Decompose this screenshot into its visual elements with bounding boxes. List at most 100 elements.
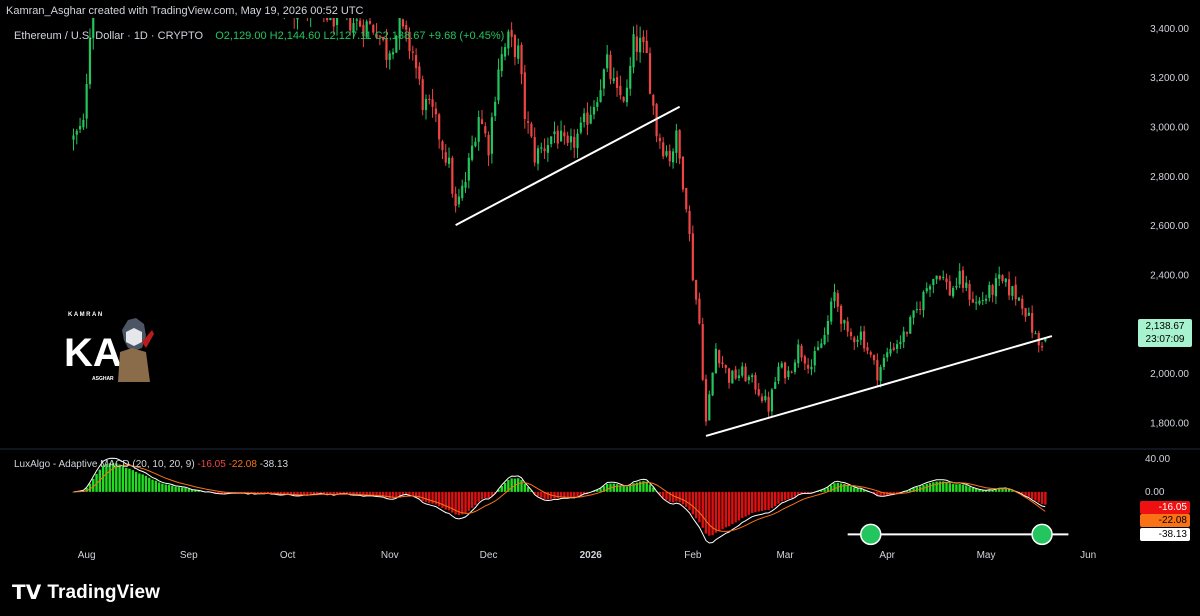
candle-body <box>1034 333 1037 335</box>
candle-body <box>925 288 928 292</box>
candle-body <box>619 85 622 96</box>
histogram-bar <box>671 491 675 503</box>
candle-body <box>441 141 444 151</box>
candle-body <box>1014 284 1017 300</box>
candle-body <box>843 320 846 324</box>
x-tick-label: 2026 <box>580 550 603 561</box>
candle-body <box>1001 275 1004 282</box>
candle-body <box>438 114 441 140</box>
candle-body <box>787 370 790 378</box>
y-tick-label: 2,000.00 <box>1150 369 1189 380</box>
candle-body <box>471 145 474 160</box>
histogram-bar <box>661 491 665 498</box>
candle-body <box>556 130 559 144</box>
histogram-bar <box>853 487 856 492</box>
histogram-bar <box>517 478 520 492</box>
x-tick-label: Nov <box>381 550 399 561</box>
candle-body <box>573 136 576 148</box>
tradingview-logo[interactable]: 𝗧𝗩 TradingView <box>12 580 160 605</box>
candle-body <box>612 78 615 82</box>
histogram-bar <box>1034 491 1037 501</box>
histogram-bar <box>566 491 569 498</box>
histogram-bar <box>286 491 289 494</box>
candle-body <box>727 368 731 383</box>
candle-body <box>428 99 431 101</box>
indicator-value-macd: -16.05 <box>197 459 226 470</box>
candle-body <box>915 309 918 311</box>
histogram-bar <box>563 491 566 498</box>
histogram-bar <box>180 487 184 492</box>
histogram-bar <box>167 484 171 492</box>
candle-body <box>1004 278 1007 283</box>
candle-body <box>273 0 275 3</box>
candle-body <box>82 119 85 128</box>
histogram-bar <box>184 487 187 492</box>
candle-body <box>457 196 461 205</box>
candle-body <box>793 362 797 372</box>
histogram-bar <box>428 491 431 503</box>
candle-body <box>523 72 526 120</box>
candle-body <box>704 379 708 422</box>
histogram-bar <box>576 491 579 497</box>
histogram-bar <box>767 491 770 510</box>
candle-body <box>550 136 553 145</box>
candle-body <box>872 354 876 361</box>
histogram-bar <box>157 482 161 492</box>
histogram-bar <box>161 483 164 492</box>
candle-body <box>1008 279 1011 296</box>
indicator-name[interactable]: LuxAlgo - Adaptive MACD (20, 10, 20, 9) <box>14 459 195 470</box>
trendline <box>705 335 1053 437</box>
histogram-bar <box>408 491 411 495</box>
histogram-bar <box>717 491 721 532</box>
candle-body <box>527 121 530 123</box>
candle-body <box>602 69 605 89</box>
candle-body <box>994 278 998 297</box>
histogram-bar <box>691 491 695 515</box>
candle-body <box>599 90 602 102</box>
histogram-bar <box>1030 491 1034 499</box>
candle-body <box>879 367 882 382</box>
histogram-bar <box>737 491 741 521</box>
candle-body <box>652 95 655 106</box>
histogram-bar <box>302 491 306 495</box>
histogram-bar <box>470 491 474 508</box>
candle-body <box>803 356 806 364</box>
candle-body <box>938 275 942 280</box>
histogram-bar <box>144 475 148 492</box>
indicator-marks[interactable] <box>847 523 1069 546</box>
histogram-bar <box>935 481 938 492</box>
candle-body <box>741 366 744 376</box>
indicator-value-hist: -38.13 <box>259 459 289 470</box>
histogram-bar <box>164 484 167 492</box>
y-tick-label: 2,400.00 <box>1150 270 1189 281</box>
histogram-bar <box>401 491 405 495</box>
symbol-info: Ethereum / U.S. Dollar · 1D · CRYPTO O2,… <box>14 30 504 42</box>
histogram-bar <box>523 483 527 492</box>
histogram-bar <box>846 485 849 492</box>
candle-body <box>313 2 315 4</box>
candle-body <box>836 293 839 307</box>
candle-body <box>454 193 457 207</box>
candle-body <box>257 0 259 1</box>
candle-body <box>895 344 899 349</box>
candle-body <box>401 19 405 27</box>
x-tick-label: May <box>977 550 996 561</box>
candle-body <box>625 87 629 103</box>
candle-body <box>579 122 582 133</box>
candle-body <box>451 157 454 194</box>
histogram-bar <box>945 481 948 492</box>
histogram-bar <box>431 491 434 504</box>
histogram-bar <box>965 485 968 492</box>
x-tick-label: Sep <box>180 550 198 561</box>
y-tick-label: 3,200.00 <box>1150 73 1189 84</box>
x-tick-label: Mar <box>776 550 794 561</box>
symbol-name[interactable]: Ethereum / U.S. Dollar · 1D · CRYPTO <box>14 30 203 42</box>
candle-body <box>945 278 948 283</box>
histogram-bar <box>395 491 398 498</box>
candle-body <box>464 181 467 188</box>
candle-body <box>777 366 780 382</box>
candle-body <box>517 45 520 59</box>
histogram-bar <box>1024 491 1027 496</box>
candle-body <box>935 275 938 280</box>
candle-body <box>1031 313 1034 333</box>
